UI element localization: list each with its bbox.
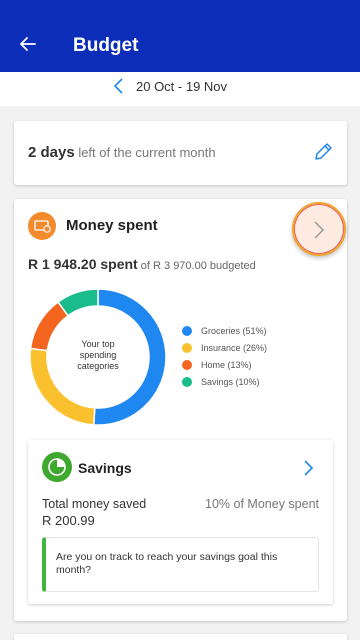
money-spent-title: Money spent — [66, 217, 158, 234]
legend-dot — [182, 343, 192, 353]
money-spent-icon — [28, 212, 56, 240]
legend-item: Home (13%) — [182, 360, 267, 377]
chevron-right-icon — [314, 221, 325, 239]
days-left-suffix: left of the current month — [74, 145, 216, 160]
period-selector: 20 Oct - 19 Nov — [0, 72, 360, 106]
total-saved-label: Total money saved — [42, 497, 147, 511]
savings-icon — [42, 452, 72, 482]
donut-slice — [29, 300, 70, 352]
savings-card[interactable]: Savings Total money saved R 200.99 10% o… — [28, 440, 333, 604]
period-range: 20 Oct - 19 Nov — [136, 79, 228, 94]
legend-item: Insurance (26%) — [182, 343, 267, 360]
back-arrow-icon[interactable] — [18, 34, 38, 54]
money-spent-open-button[interactable] — [292, 202, 346, 256]
next-card — [14, 634, 347, 640]
days-left-count: 2 days — [28, 144, 75, 161]
app-bar: Budget — [0, 0, 360, 72]
days-left-text: 2 days left of the current month — [28, 144, 216, 161]
savings-tip[interactable]: Are you on track to reach your savings g… — [42, 537, 319, 592]
legend-label: Savings (10%) — [201, 377, 260, 387]
legend-dot — [182, 360, 192, 370]
page-title: Budget — [73, 35, 139, 56]
days-left-card: 2 days left of the current month — [14, 121, 347, 185]
savings-percent: 10% of Money spent — [205, 497, 319, 511]
legend-item: Savings (10%) — [182, 377, 267, 394]
donut-center-label: Your top spending categories — [77, 339, 119, 371]
legend-label: Groceries (51%) — [201, 326, 267, 336]
savings-title: Savings — [78, 460, 132, 476]
legend-label: Home (13%) — [201, 360, 252, 370]
legend-dot — [182, 377, 192, 387]
total-saved-amount: R 200.99 — [42, 513, 95, 528]
spent-amount: R 1 948.20 spent — [28, 256, 138, 272]
legend-label: Insurance (26%) — [201, 343, 268, 353]
legend-dot — [182, 326, 192, 336]
previous-period-chevron-icon[interactable] — [112, 77, 126, 95]
money-spent-card: Money spent R 1 948.20 spent of R 3 970.… — [14, 199, 347, 621]
pencil-icon[interactable] — [312, 141, 334, 163]
savings-tip-text: Are you on track to reach your savings g… — [56, 551, 278, 576]
legend-item: Groceries (51%) — [182, 326, 267, 343]
chevron-right-icon[interactable] — [302, 459, 314, 477]
chart-legend: Groceries (51%) Insurance (26%) Home (13%)… — [182, 326, 267, 394]
budget-text: of R 3 970.00 budgeted — [137, 260, 256, 272]
spent-summary: R 1 948.20 spent of R 3 970.00 budgeted — [28, 256, 256, 272]
